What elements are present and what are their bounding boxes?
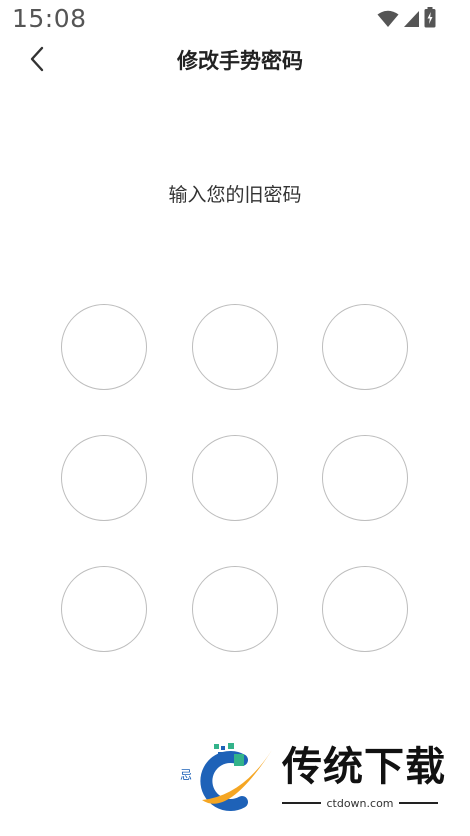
pattern-dot-8[interactable] — [192, 566, 278, 652]
pattern-dot-7[interactable] — [61, 566, 147, 652]
pattern-dot-1[interactable] — [61, 304, 147, 390]
pattern-dot-5[interactable] — [192, 435, 278, 521]
watermark-logo-icon — [198, 740, 278, 818]
change-gesture-password-screen: 15:08 修改手势密码 输入您的旧密码 忌 传统下载 ctdown.com — [0, 0, 470, 836]
gesture-pattern-grid[interactable] — [0, 0, 470, 836]
pattern-dot-9[interactable] — [322, 566, 408, 652]
watermark-domain: ctdown.com — [326, 796, 394, 810]
title-bar: 修改手势密码 — [0, 40, 470, 82]
watermark-brand: 传统下载 — [282, 744, 446, 790]
watermark-small-char: 忌 — [180, 768, 193, 782]
pattern-dot-3[interactable] — [322, 304, 408, 390]
watermark: 忌 传统下载 ctdown.com — [178, 738, 458, 816]
watermark-line-right — [398, 802, 438, 804]
pattern-prompt: 输入您的旧密码 — [168, 184, 302, 206]
status-time: 15:08 — [12, 4, 87, 33]
status-bar: 15:08 — [0, 0, 470, 40]
watermark-domain-row: ctdown.com — [282, 796, 438, 810]
battery-charging-icon — [424, 7, 436, 28]
status-icons — [377, 7, 436, 28]
page-title: 修改手势密码 — [177, 49, 303, 73]
pattern-dot-2[interactable] — [192, 304, 278, 390]
wifi-icon — [377, 10, 399, 28]
watermark-line-left — [282, 802, 322, 804]
pattern-dot-4[interactable] — [61, 435, 147, 521]
pattern-dot-6[interactable] — [322, 435, 408, 521]
cellular-signal-icon — [403, 10, 420, 28]
